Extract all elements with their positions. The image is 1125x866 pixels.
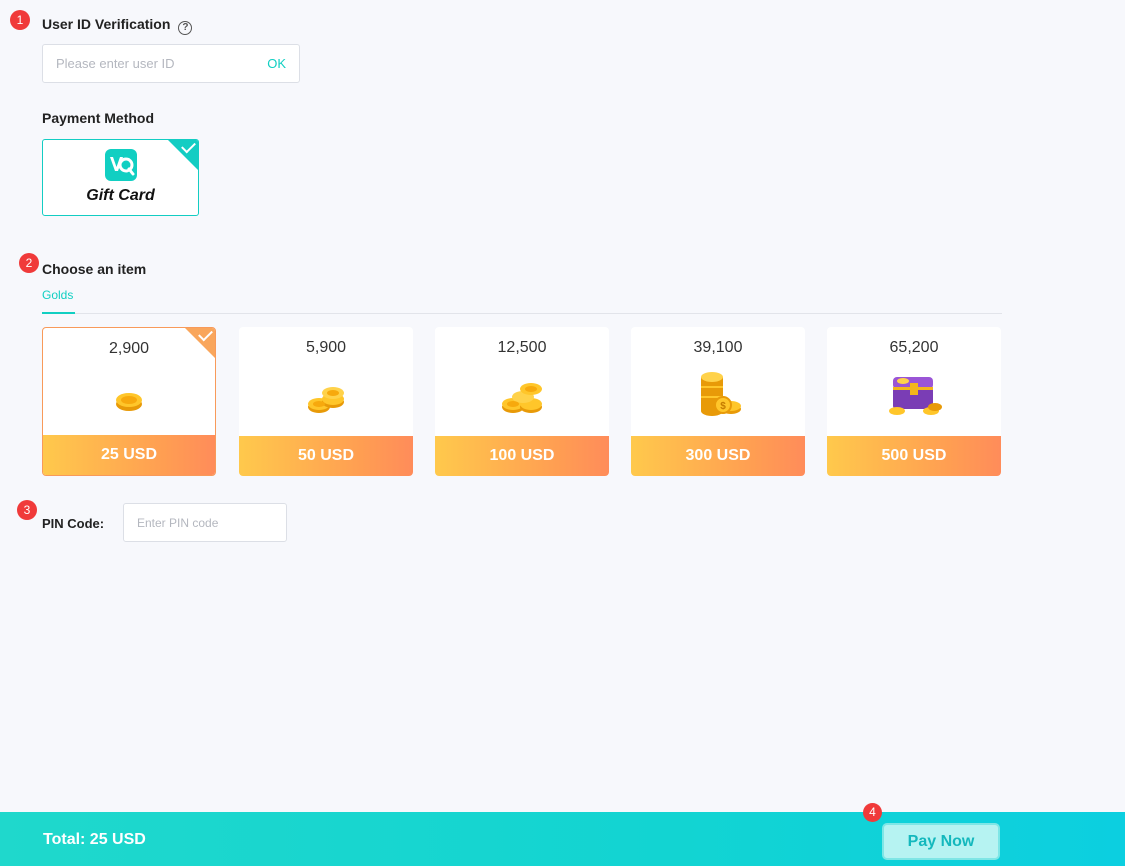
item-card-3[interactable]: 12,500 100 USD: [435, 327, 609, 476]
pay-now-button[interactable]: Pay Now: [882, 823, 1000, 860]
item-amount: 5,900: [305, 339, 347, 356]
single-coin-icon: [116, 393, 142, 411]
item-card-1[interactable]: 2,900 25 USD: [42, 327, 216, 476]
user-id-title: User ID Verification: [42, 16, 171, 32]
user-id-ok-button[interactable]: OK: [267, 56, 286, 71]
item-amount: 39,100: [693, 339, 743, 356]
user-id-section-title: User ID Verification?: [42, 16, 193, 35]
item-price: 25 USD: [43, 435, 215, 475]
choose-item-title: Choose an item: [42, 261, 147, 277]
step-badge-4: 4: [863, 803, 882, 822]
question-circle-icon[interactable]: ?: [178, 21, 193, 35]
treasure-chest-icon: [889, 377, 942, 415]
pin-code-field: [123, 503, 287, 542]
item-price: 300 USD: [631, 436, 805, 476]
coin-stack-large-icon: $: [701, 372, 741, 416]
user-id-input[interactable]: [43, 45, 253, 82]
step-badge-1: 1: [10, 10, 30, 30]
coin-pile-small-icon: [308, 387, 344, 413]
tab-golds[interactable]: Golds: [42, 288, 73, 302]
coin-pile-medium-icon: [502, 383, 542, 413]
item-card-2[interactable]: 5,900 50 USD: [239, 327, 413, 476]
gift-card-logo-icon: [105, 149, 137, 181]
payment-method-gift-card[interactable]: Gift Card: [42, 139, 199, 216]
step-badge-2: 2: [19, 253, 39, 273]
item-price: 100 USD: [435, 436, 609, 476]
pin-code-label: PIN Code:: [42, 516, 105, 531]
item-price: 500 USD: [827, 436, 1001, 476]
gift-card-label: Gift Card: [86, 187, 155, 204]
item-price: 50 USD: [239, 436, 413, 476]
svg-text:$: $: [720, 401, 726, 412]
user-id-field: OK: [42, 44, 300, 83]
step-badge-3: 3: [17, 500, 37, 520]
tab-divider: [42, 313, 1002, 314]
item-card-4[interactable]: 39,100 $ 300 USD: [631, 327, 805, 476]
tab-active-indicator: [42, 312, 75, 314]
checkout-footer: Total: 25 USD Pay Now: [0, 812, 1125, 866]
payment-method-title: Payment Method: [42, 110, 155, 126]
total-amount: Total: 25 USD: [43, 831, 146, 848]
item-amount: 65,200: [889, 339, 939, 356]
item-card-5[interactable]: 65,200 500 USD: [827, 327, 1001, 476]
item-amount: 12,500: [497, 339, 547, 356]
pin-code-input[interactable]: [124, 504, 286, 541]
